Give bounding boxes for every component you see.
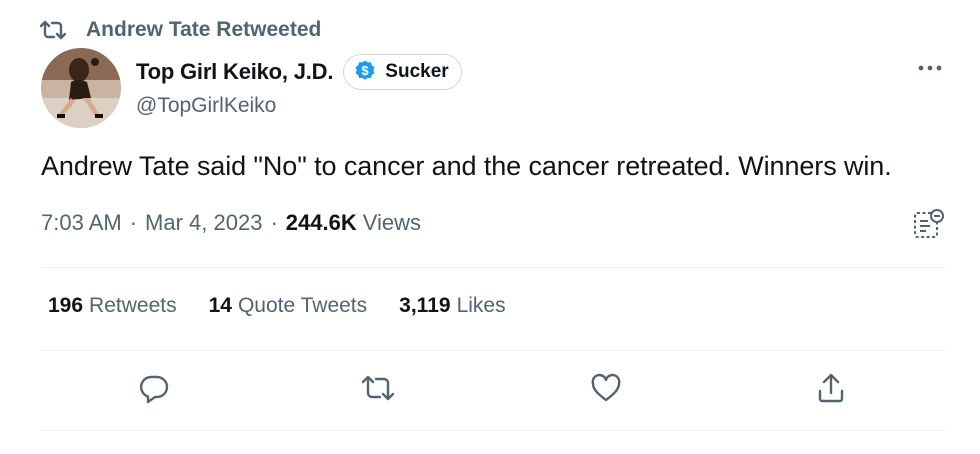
meta-separator: · bbox=[270, 210, 278, 235]
author-badge[interactable]: $ Sucker bbox=[343, 54, 462, 90]
stat-label: Quote Tweets bbox=[237, 294, 368, 317]
svg-text:$: $ bbox=[362, 63, 370, 78]
stat-count: 14 bbox=[208, 294, 232, 317]
like-button[interactable] bbox=[588, 372, 624, 408]
more-options-button[interactable] bbox=[915, 58, 945, 78]
author-display-name[interactable]: Top Girl Keiko, J.D. bbox=[136, 59, 333, 85]
avatar[interactable] bbox=[41, 48, 121, 128]
stat-count: 3,119 bbox=[399, 294, 451, 317]
stat-label: Retweets bbox=[89, 294, 177, 317]
stat-retweets[interactable]: 196 Retweets bbox=[48, 294, 177, 318]
stat-likes[interactable]: 3,119 Likes bbox=[399, 294, 505, 318]
share-button[interactable] bbox=[813, 372, 849, 408]
dollar-coin-icon: $ bbox=[353, 58, 377, 87]
divider bbox=[41, 430, 945, 431]
reply-button[interactable] bbox=[136, 372, 172, 408]
reply-icon bbox=[138, 372, 170, 409]
views-label: Views bbox=[362, 210, 422, 235]
retweet-button[interactable] bbox=[360, 372, 396, 408]
tweet-stats: 196 Retweets 14 Quote Tweets 3,119 Likes bbox=[48, 294, 538, 318]
divider bbox=[41, 350, 945, 351]
retweet-icon bbox=[361, 374, 395, 407]
divider bbox=[41, 267, 945, 268]
tweet-text: Andrew Tate said "No" to cancer and the … bbox=[41, 151, 892, 181]
author-badge-label: Sucker bbox=[385, 61, 449, 82]
tweet-date[interactable]: Mar 4, 2023 bbox=[145, 210, 262, 236]
meta-separator: · bbox=[129, 210, 138, 235]
retweet-icon bbox=[40, 19, 68, 41]
stat-quote-tweets[interactable]: 14 Quote Tweets bbox=[209, 294, 368, 318]
tweet-meta: 7:03 AM · Mar 4, 2023 · 244.6K Views bbox=[41, 210, 421, 236]
retweet-header[interactable]: Andrew Tate Retweeted bbox=[40, 16, 321, 44]
analytics-icon bbox=[912, 209, 946, 246]
author-name-row: Top Girl Keiko, J.D. $ Sucker bbox=[136, 54, 462, 90]
stat-count: 196 bbox=[48, 294, 84, 317]
heart-icon bbox=[590, 373, 622, 408]
views-count: 244.6K bbox=[285, 210, 357, 235]
share-icon bbox=[816, 372, 846, 409]
author-block: Top Girl Keiko, J.D. $ Sucker @TopGirlKe… bbox=[136, 54, 462, 118]
author-handle[interactable]: @TopGirlKeiko bbox=[136, 94, 462, 118]
stat-label: Likes bbox=[456, 294, 506, 317]
tweet-time[interactable]: 7:03 AM bbox=[41, 210, 122, 236]
analytics-button[interactable] bbox=[912, 208, 946, 242]
tweet-detail: Andrew Tate Retweeted Top Girl Keiko, J.… bbox=[0, 0, 980, 454]
more-icon bbox=[917, 59, 943, 77]
retweet-header-label: Andrew Tate Retweeted bbox=[86, 18, 322, 41]
